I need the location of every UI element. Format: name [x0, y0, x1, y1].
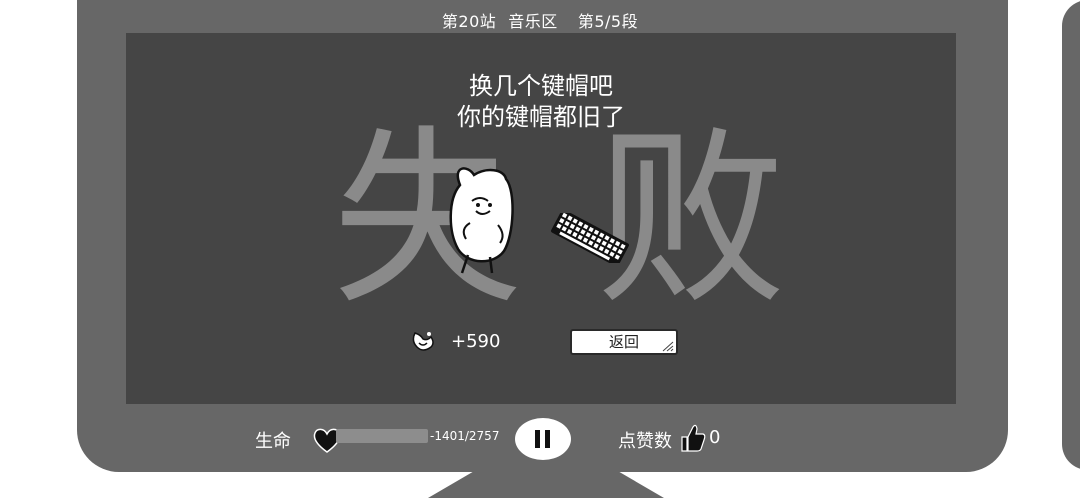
life-label: 生命 [255, 431, 291, 452]
keyboard-icon [551, 213, 629, 263]
stage-zone: 音乐区 [508, 12, 558, 31]
pause-icon-bar [545, 430, 550, 448]
pause-button[interactable] [515, 418, 571, 460]
thumbs-up-icon [681, 424, 706, 452]
stage-segment: 第5/5段 [577, 12, 639, 31]
message-line-2: 你的键帽都旧了 [457, 103, 625, 131]
pause-icon [535, 430, 540, 448]
game-screen: 失 败 换几个键帽吧 你的键帽都旧了 +590 返回 [126, 33, 956, 404]
next-monitor-edge [1062, 0, 1080, 470]
monitor-stand-right [616, 470, 664, 498]
hp-text: -1401/2757 [430, 429, 500, 443]
monitor-stand [476, 470, 616, 498]
result-message: 换几个键帽吧 你的键帽都旧了 [126, 71, 956, 133]
hud-bar: 生命 -1401/2757 点赞数 0 [0, 404, 1080, 470]
reward-display: +590 [409, 329, 500, 353]
back-button-label: 返回 [608, 333, 639, 351]
stage-station: 第20站 [441, 12, 497, 31]
likes-count: 0 [709, 427, 721, 448]
likes-label: 点赞数 [618, 431, 672, 452]
bear-character [449, 167, 514, 274]
hp-bar [336, 429, 428, 443]
back-button[interactable]: 返回 [570, 329, 678, 355]
stamp-icon [412, 332, 434, 351]
stage-title: 第20站 音乐区 第5/5段 [0, 8, 1080, 32]
corner-doodle-icon [662, 341, 674, 352]
reward-value: +590 [451, 330, 501, 352]
message-line-1: 换几个键帽吧 [469, 72, 613, 100]
